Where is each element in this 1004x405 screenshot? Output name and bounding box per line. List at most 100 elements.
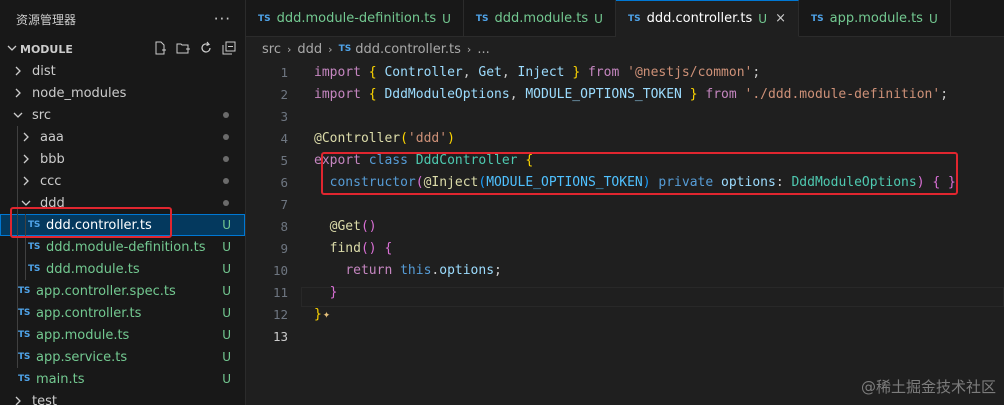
tree-item-label: ccc [40, 173, 62, 189]
tree-item-label: app.service.ts [36, 349, 128, 365]
code-text: } [329, 284, 338, 300]
code-line[interactable]: 13 [246, 325, 1004, 347]
code-text: export class DddController { [314, 152, 534, 168]
typescript-file-icon: TS [18, 352, 31, 362]
code-line[interactable]: 10 return this.options; [246, 259, 1004, 281]
git-status-dot [223, 156, 229, 162]
close-icon[interactable]: × [775, 11, 786, 26]
typescript-file-icon: TS [258, 13, 271, 24]
tab-ddd-controller-ts[interactable]: TS ddd.controller.ts U × [615, 0, 799, 37]
tree-file-item[interactable]: TS app.controller.ts U [0, 302, 245, 324]
tree-file-item[interactable]: TS app.module.ts U [0, 324, 245, 346]
tree-file-item[interactable]: TS ddd.module-definition.ts U [0, 236, 245, 258]
typescript-file-icon: TS [811, 13, 824, 24]
line-number: 2 [280, 86, 288, 102]
code-line[interactable]: 12}✦ [246, 303, 1004, 325]
explorer-header: 资源管理器 ··· [0, 0, 245, 38]
line-number: 9 [280, 240, 288, 256]
tree-item-label: node_modules [32, 85, 127, 101]
tree-folder-src[interactable]: src [0, 104, 245, 126]
tab-label: ddd.controller.ts [646, 11, 753, 26]
chevron-right-icon [18, 154, 34, 164]
line-number: 1 [280, 64, 288, 80]
tree-folder-aaa[interactable]: aaa [0, 126, 245, 148]
indent-guide [17, 126, 18, 368]
git-status-dot [223, 134, 229, 140]
tree-folder-ccc[interactable]: ccc [0, 170, 245, 192]
tree-item-label: ddd [40, 195, 65, 211]
tree-item-label: bbb [40, 151, 65, 167]
breadcrumb-src[interactable]: src [262, 42, 281, 57]
collapse-all-icon[interactable] [221, 40, 237, 56]
modified-badge: U [594, 11, 603, 26]
code-line[interactable]: 5 export class DddController { [246, 149, 1004, 171]
tree-folder-bbb[interactable]: bbb [0, 148, 245, 170]
git-untracked-badge: U [222, 306, 231, 320]
line-number: 12 [272, 306, 288, 322]
git-status-dot [223, 200, 229, 206]
code-line[interactable]: 8 @Get() [246, 215, 1004, 237]
tree-file-item[interactable]: TS app.service.ts U [0, 346, 245, 368]
tree-file-item[interactable]: TS ddd.module.ts U [0, 258, 245, 280]
new-file-icon[interactable] [152, 40, 168, 56]
code-line[interactable]: 3 [246, 105, 1004, 127]
code-text: @Controller('ddd') [314, 130, 455, 146]
more-actions-icon[interactable]: ··· [214, 10, 231, 28]
tab-label: ddd.module-definition.ts [276, 11, 437, 26]
tree-folder-test[interactable]: test [0, 390, 245, 405]
new-folder-icon[interactable] [175, 40, 191, 56]
tree-item-label: ddd.module.ts [46, 261, 140, 277]
code-line[interactable]: 6 constructor(@Inject(MODULE_OPTIONS_TOK… [246, 171, 1004, 193]
typescript-file-icon: TS [28, 242, 41, 252]
breadcrumb-ddd[interactable]: ddd [297, 42, 322, 57]
code-line[interactable]: 7 [246, 193, 1004, 215]
code-line[interactable]: 9 find() { [246, 237, 1004, 259]
typescript-file-icon: TS [338, 44, 352, 54]
git-untracked-badge: U [222, 284, 231, 298]
code-text: @Get() [329, 218, 377, 234]
workspace-name: MODULE [20, 42, 73, 56]
tree-file-item[interactable]: TS main.ts U [0, 368, 245, 390]
chevron-down-icon [4, 43, 20, 56]
tree-file-item[interactable]: TS ddd.controller.ts U [0, 214, 245, 236]
chevron-right-icon: › [286, 42, 292, 56]
code-line[interactable]: 4 @Controller('ddd') [246, 127, 1004, 149]
typescript-file-icon: TS [627, 13, 641, 24]
tab-ddd-module-ts[interactable]: TS ddd.module.ts U [464, 0, 616, 37]
typescript-file-icon: TS [18, 286, 31, 296]
line-number: 11 [272, 284, 288, 300]
tab-app-module-ts[interactable]: TS app.module.ts U [799, 0, 951, 37]
git-untracked-badge: U [222, 372, 231, 386]
code-line[interactable]: 1 import { Controller, Get, Inject } from… [246, 61, 1004, 83]
chevron-right-icon: › [466, 42, 472, 56]
chevron-down-icon [10, 110, 26, 120]
line-number: 10 [272, 262, 288, 278]
code-line[interactable]: 2 import { DddModuleOptions, MODULE_OPTIO… [246, 83, 1004, 105]
modified-badge: U [442, 11, 451, 26]
workspace-section-header[interactable]: MODULE [0, 38, 245, 60]
breadcrumb-file[interactable]: ddd.controller.ts [355, 42, 461, 57]
typescript-file-icon: TS [28, 220, 41, 230]
tab-ddd-module-definition-ts[interactable]: TS ddd.module-definition.ts U [246, 0, 464, 37]
refresh-icon[interactable] [198, 40, 214, 56]
tree-folder-dist[interactable]: dist [0, 60, 245, 82]
line-number: 8 [280, 218, 288, 234]
code-text: constructor(@Inject(MODULE_OPTIONS_TOKEN… [329, 174, 956, 190]
tree-folder-node_modules[interactable]: node_modules [0, 82, 245, 104]
chevron-right-icon [18, 132, 34, 142]
code-line[interactable]: 11 } [246, 281, 1004, 303]
editor-area: TS ddd.module-definition.ts U TS ddd.module.… [246, 0, 1004, 405]
tree-folder-ddd[interactable]: ddd [0, 192, 245, 214]
breadcrumb-symbol[interactable]: ... [477, 42, 489, 57]
modified-badge: U [758, 11, 768, 26]
chevron-right-icon [10, 66, 26, 76]
typescript-file-icon: TS [18, 308, 31, 318]
tree-item-label: app.controller.ts [36, 305, 142, 321]
code-text: find() { [329, 240, 393, 256]
sparkle-icon: ✦ [322, 306, 331, 321]
tree-item-label: src [32, 107, 51, 123]
chevron-down-icon [18, 198, 34, 208]
line-number: 3 [280, 108, 288, 124]
tree-file-item[interactable]: TS app.controller.spec.ts U [0, 280, 245, 302]
code-editor[interactable]: 1 import { Controller, Get, Inject } from… [246, 61, 1004, 405]
